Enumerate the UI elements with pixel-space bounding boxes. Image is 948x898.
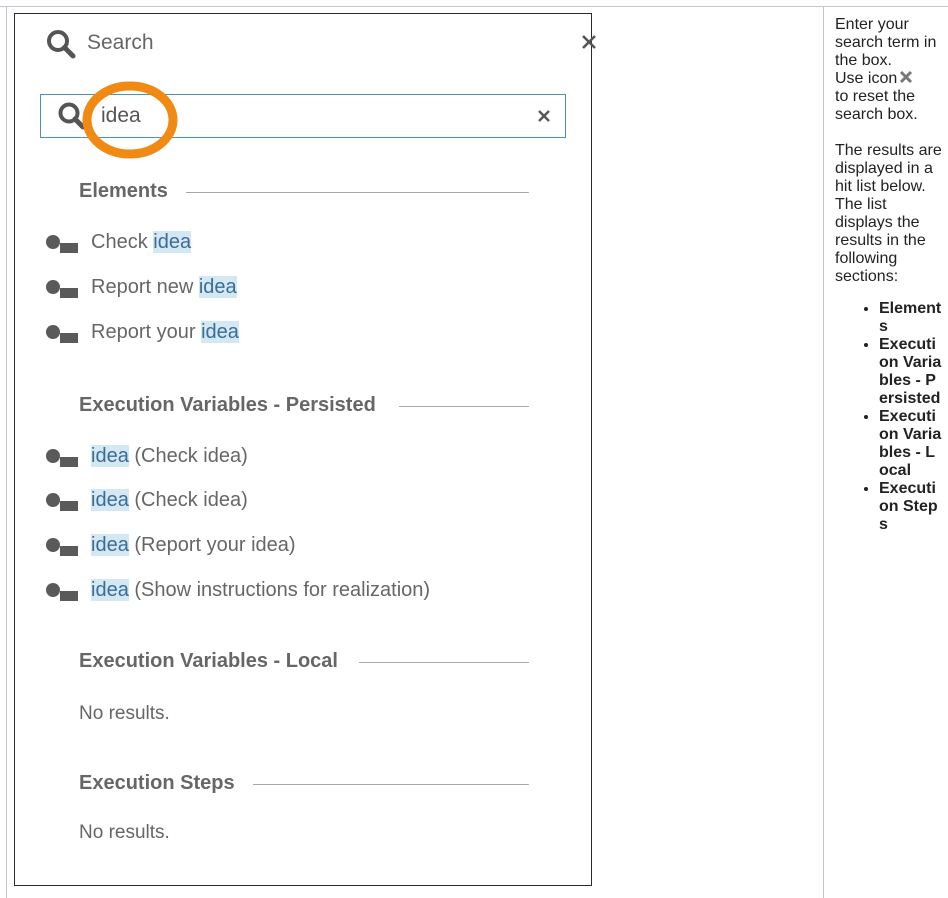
result-item[interactable]: idea (Check idea) bbox=[45, 488, 565, 516]
search-panel: Search Elements Check idea Report new id… bbox=[14, 13, 596, 886]
list-item: Execution Variables - Persisted bbox=[879, 336, 943, 408]
list-item: Execution Steps bbox=[879, 480, 943, 534]
element-icon bbox=[46, 235, 78, 253]
help-section-list: Elements Execution Variables - Persisted… bbox=[835, 300, 943, 534]
no-results-text: No results. bbox=[79, 822, 170, 843]
no-results-text: No results. bbox=[79, 703, 170, 724]
search-input[interactable] bbox=[101, 103, 481, 129]
element-icon bbox=[46, 280, 78, 298]
section-divider bbox=[359, 662, 529, 663]
result-item[interactable]: Report new idea bbox=[45, 275, 565, 303]
search-icon bbox=[47, 30, 76, 59]
section-divider bbox=[251, 784, 529, 785]
variable-icon bbox=[46, 538, 78, 556]
variable-icon bbox=[46, 449, 78, 467]
table-left-border bbox=[6, 6, 7, 898]
table-column-divider bbox=[823, 6, 824, 898]
close-icon bbox=[900, 70, 913, 84]
table-top-border bbox=[0, 6, 948, 7]
clear-search-icon[interactable] bbox=[537, 109, 551, 123]
help-intro: Enter your search term in the box. bbox=[835, 16, 937, 69]
help-text-column: Enter your search term in the box. Use i… bbox=[835, 16, 943, 534]
section-heading-local: Execution Variables - Local bbox=[79, 650, 529, 674]
result-item[interactable]: idea (Report your idea) bbox=[45, 533, 565, 561]
variable-icon bbox=[46, 493, 78, 511]
list-item: Execution Variables - Local bbox=[879, 408, 943, 480]
search-panel-title: Search bbox=[87, 31, 154, 54]
search-field[interactable] bbox=[40, 94, 566, 138]
help-results-description: The results are displayed in a hit list … bbox=[835, 142, 942, 285]
section-divider bbox=[399, 406, 529, 407]
result-item[interactable]: Report your idea bbox=[45, 320, 565, 348]
result-item[interactable]: idea (Show instructions for realization) bbox=[45, 578, 565, 606]
search-panel-header: Search bbox=[45, 28, 596, 60]
section-heading-steps: Execution Steps bbox=[79, 772, 529, 796]
result-item[interactable]: idea (Check idea) bbox=[45, 444, 565, 472]
search-field-icon bbox=[58, 102, 86, 130]
close-icon[interactable] bbox=[581, 34, 597, 50]
result-item[interactable]: Check idea bbox=[45, 230, 565, 258]
help-reset-instruction: Use icon to reset the search box. bbox=[835, 70, 918, 123]
section-heading-elements: Elements bbox=[79, 180, 529, 204]
element-icon bbox=[46, 325, 78, 343]
section-heading-persisted: Execution Variables - Persisted bbox=[79, 394, 529, 418]
section-divider bbox=[185, 192, 529, 193]
variable-icon bbox=[46, 583, 78, 601]
list-item: Elements bbox=[879, 300, 943, 336]
